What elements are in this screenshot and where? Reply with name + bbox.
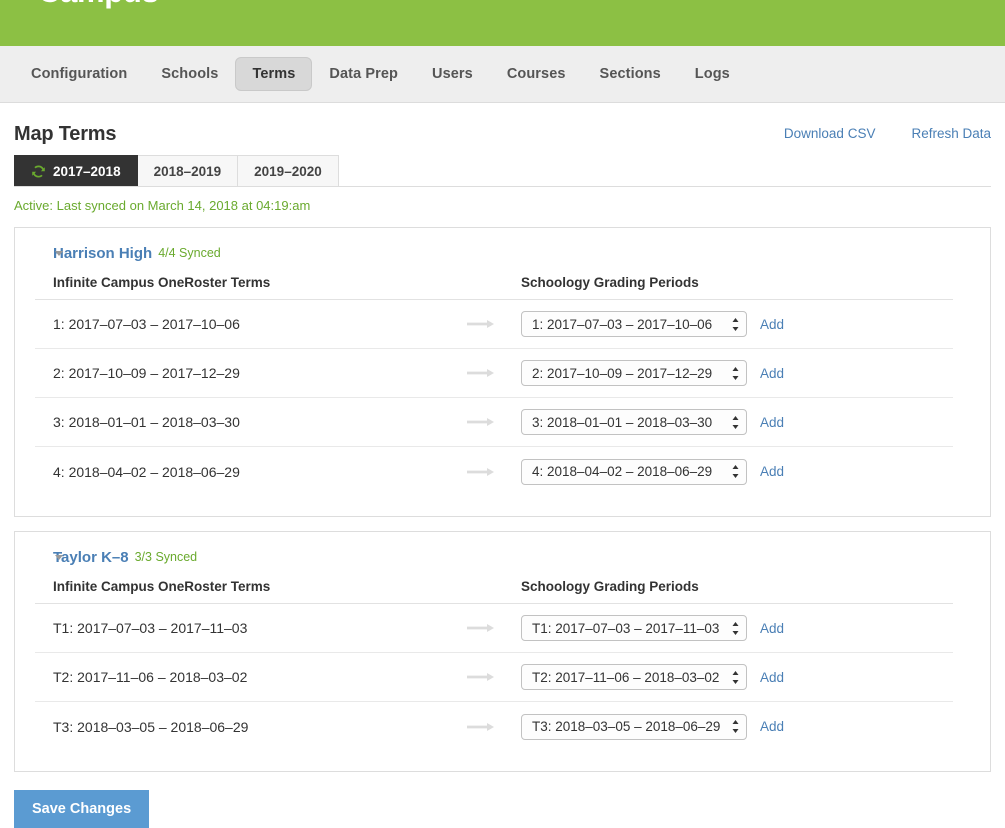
school-name-link[interactable]: Taylor K–8 — [53, 549, 129, 566]
brand-wordmark: Campus — [38, 0, 159, 10]
add-grading-period-link[interactable]: Add — [760, 670, 784, 685]
term-mapping-row: 2: 2017–10–09 – 2017–12–29 2: 2017–10–09 … — [35, 349, 953, 398]
arrow-right-icon — [467, 367, 497, 379]
column-headers: Infinite Campus OneRoster TermsSchoology… — [35, 275, 953, 300]
term-mapping-row: T2: 2017–11–06 – 2018–03–02 T2: 2017–11–0… — [35, 653, 953, 702]
brand-banner: Campus — [0, 0, 1005, 46]
term-mapping-row: 4: 2018–04–02 – 2018–06–29 4: 2018–04–02 … — [35, 447, 953, 496]
grading-period-select-value: T1: 2017–07–03 – 2017–11–03 — [532, 621, 719, 636]
grading-period-select-value: 1: 2017–07–03 – 2017–10–06 — [532, 317, 712, 332]
year-tab-label: 2019–2020 — [254, 164, 322, 179]
nav-item-courses[interactable]: Courses — [490, 57, 583, 91]
oneroster-term-label: T1: 2017–07–03 – 2017–11–03 — [53, 620, 467, 636]
grading-period-select[interactable]: 3: 2018–01–01 – 2018–03–30 — [521, 409, 747, 435]
stepper-arrows-icon — [732, 416, 739, 429]
nav-item-data-prep[interactable]: Data Prep — [312, 57, 415, 91]
column-header-grading-periods: Schoology Grading Periods — [521, 579, 699, 594]
school-panels: Harrison High 4/4 Synced Infinite Campus O… — [0, 227, 1005, 772]
add-grading-period-link[interactable]: Add — [760, 415, 784, 430]
oneroster-term-label: 4: 2018–04–02 – 2018–06–29 — [53, 464, 467, 480]
column-header-oneroster-terms: Infinite Campus OneRoster Terms — [53, 275, 521, 290]
school-sync-count: 4/4 Synced — [158, 246, 221, 260]
mapping-arrow — [467, 671, 521, 683]
grading-period-select[interactable]: 4: 2018–04–02 – 2018–06–29 — [521, 459, 747, 485]
oneroster-term-label: 1: 2017–07–03 – 2017–10–06 — [53, 316, 467, 332]
mapping-arrow — [467, 318, 521, 330]
oneroster-term-label: T2: 2017–11–06 – 2018–03–02 — [53, 669, 467, 685]
mapping-arrow — [467, 416, 521, 428]
oneroster-term-label: T3: 2018–03–05 – 2018–06–29 — [53, 719, 467, 735]
grading-period-select[interactable]: 2: 2017–10–09 – 2017–12–29 — [521, 360, 747, 386]
sync-status-text: Active: Last synced on March 14, 2018 at… — [14, 198, 991, 213]
nav-item-users[interactable]: Users — [415, 57, 490, 91]
year-tab-20192020[interactable]: 2019–2020 — [238, 155, 339, 186]
stepper-arrows-icon — [732, 671, 739, 684]
oneroster-term-label: 3: 2018–01–01 – 2018–03–30 — [53, 414, 467, 430]
add-grading-period-link[interactable]: Add — [760, 719, 784, 734]
nav-item-schools[interactable]: Schools — [144, 57, 235, 91]
nav-item-sections[interactable]: Sections — [583, 57, 678, 91]
arrow-right-icon — [467, 416, 497, 428]
school-name-link[interactable]: Harrison High — [53, 245, 152, 262]
school-year-tabs: 2017–2018 2018–2019 2019–2020 — [14, 155, 991, 187]
column-header-grading-periods: Schoology Grading Periods — [521, 275, 699, 290]
collapse-caret-icon[interactable] — [55, 251, 63, 256]
arrow-right-icon — [467, 622, 497, 634]
year-tab-label: 2017–2018 — [53, 164, 121, 179]
grading-period-select-value: 4: 2018–04–02 – 2018–06–29 — [532, 464, 712, 479]
header-actions: Download CSV Refresh Data — [784, 126, 991, 141]
term-mapping-row: T1: 2017–07–03 – 2017–11–03 T1: 2017–07–0… — [35, 604, 953, 653]
school-sync-count: 3/3 Synced — [135, 550, 198, 564]
sync-icon — [31, 164, 46, 179]
term-mapping-row: T3: 2018–03–05 – 2018–06–29 T3: 2018–03–0… — [35, 702, 953, 751]
school-panel: Harrison High 4/4 Synced Infinite Campus O… — [14, 227, 991, 517]
page-header: Map Terms Download CSV Refresh Data — [0, 103, 1005, 155]
arrow-right-icon — [467, 671, 497, 683]
mapping-arrow — [467, 622, 521, 634]
school-panel-header: Taylor K–8 3/3 Synced — [35, 546, 970, 568]
add-grading-period-link[interactable]: Add — [760, 366, 784, 381]
arrow-right-icon — [467, 318, 497, 330]
school-panel: Taylor K–8 3/3 Synced Infinite Campus OneR… — [14, 531, 991, 772]
stepper-arrows-icon — [732, 318, 739, 331]
stepper-arrows-icon — [732, 465, 739, 478]
footer-actions: Save Changes — [14, 790, 1005, 828]
school-panel-header: Harrison High 4/4 Synced — [35, 242, 970, 264]
grading-period-select[interactable]: T3: 2018–03–05 – 2018–06–29 — [521, 714, 747, 740]
save-changes-button[interactable]: Save Changes — [14, 790, 149, 828]
term-mapping-row: 3: 2018–01–01 – 2018–03–30 3: 2018–01–01 … — [35, 398, 953, 447]
grading-period-select-value: 3: 2018–01–01 – 2018–03–30 — [532, 415, 712, 430]
nav-item-configuration[interactable]: Configuration — [14, 57, 144, 91]
arrow-right-icon — [467, 466, 497, 478]
column-headers: Infinite Campus OneRoster TermsSchoology… — [35, 579, 953, 604]
grading-period-select-value: T3: 2018–03–05 – 2018–06–29 — [532, 719, 720, 734]
main-navigation: ConfigurationSchoolsTermsData PrepUsersC… — [0, 46, 1005, 103]
mapping-arrow — [467, 367, 521, 379]
grading-period-select-value: 2: 2017–10–09 – 2017–12–29 — [532, 366, 712, 381]
collapse-caret-icon[interactable] — [55, 555, 63, 560]
add-grading-period-link[interactable]: Add — [760, 464, 784, 479]
oneroster-term-label: 2: 2017–10–09 – 2017–12–29 — [53, 365, 467, 381]
mapping-arrow — [467, 466, 521, 478]
add-grading-period-link[interactable]: Add — [760, 621, 784, 636]
stepper-arrows-icon — [732, 367, 739, 380]
refresh-data-link[interactable]: Refresh Data — [911, 126, 991, 141]
year-tab-label: 2018–2019 — [154, 164, 222, 179]
year-tab-20172018[interactable]: 2017–2018 — [14, 155, 138, 186]
term-mapping-row: 1: 2017–07–03 – 2017–10–06 1: 2017–07–03 … — [35, 300, 953, 349]
year-tab-20182019[interactable]: 2018–2019 — [138, 155, 239, 186]
stepper-arrows-icon — [732, 720, 739, 733]
grading-period-select[interactable]: T1: 2017–07–03 – 2017–11–03 — [521, 615, 747, 641]
nav-item-logs[interactable]: Logs — [678, 57, 747, 91]
mapping-arrow — [467, 721, 521, 733]
nav-item-terms[interactable]: Terms — [235, 57, 312, 91]
column-header-oneroster-terms: Infinite Campus OneRoster Terms — [53, 579, 521, 594]
grading-period-select-value: T2: 2017–11–06 – 2018–03–02 — [532, 670, 719, 685]
download-csv-link[interactable]: Download CSV — [784, 126, 876, 141]
grading-period-select[interactable]: 1: 2017–07–03 – 2017–10–06 — [521, 311, 747, 337]
add-grading-period-link[interactable]: Add — [760, 317, 784, 332]
stepper-arrows-icon — [732, 622, 739, 635]
grading-period-select[interactable]: T2: 2017–11–06 – 2018–03–02 — [521, 664, 747, 690]
arrow-right-icon — [467, 721, 497, 733]
